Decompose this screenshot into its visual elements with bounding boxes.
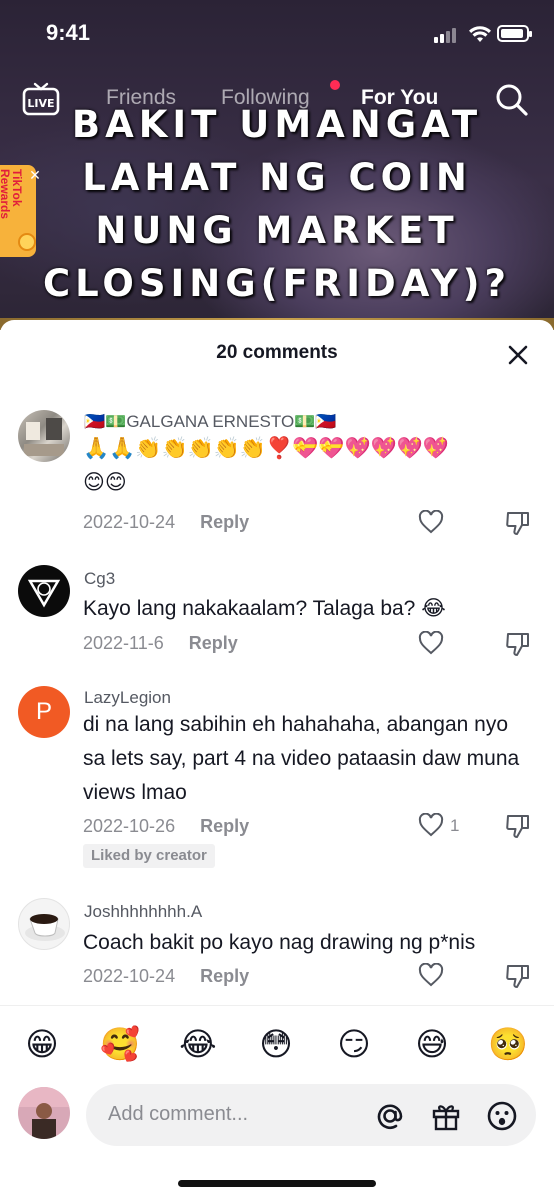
heart-icon[interactable]: [418, 813, 444, 837]
dislike-icon[interactable]: [505, 510, 531, 536]
live-tv-icon: LIVE: [22, 82, 60, 116]
live-button[interactable]: LIVE: [22, 82, 60, 116]
like-count: 1: [450, 816, 460, 835]
overlay-line: NUNG MARKET: [95, 209, 459, 252]
emoji-grin-button[interactable]: 😁: [20, 1024, 64, 1064]
comment-meta: 2022-10-26 Reply: [83, 816, 249, 837]
heart-icon[interactable]: [418, 963, 444, 987]
add-comment-input[interactable]: Add comment...: [86, 1084, 536, 1146]
heart-icon[interactable]: [418, 510, 444, 534]
dislike-icon[interactable]: [505, 813, 531, 839]
overlay-line: CLOSING(FRIDAY)?: [42, 262, 512, 305]
comment-date: 2022-10-26: [83, 816, 176, 836]
coffee-cup-icon: [25, 914, 65, 941]
comment-text: di na lang sabihin eh hahahaha, abangan …: [83, 713, 520, 804]
comment-item: P LazyLegion di na lang sabihin eh hahah…: [0, 684, 554, 874]
battery-icon: [497, 25, 532, 42]
comment-item: Joshhhhhhhh.A Coach bakit po kayo nag dr…: [0, 898, 554, 993]
avatar-initial: P: [35, 698, 52, 725]
dislike-icon[interactable]: [505, 963, 531, 989]
comment-item: Cg3 Kayo lang nakakaalam? Talaga ba? 😂 2…: [0, 563, 554, 658]
comment-text-line: 😊😊: [83, 471, 127, 494]
comment-username[interactable]: Cg3: [84, 569, 115, 589]
comment-meta: 2022-10-24 Reply: [83, 512, 249, 533]
close-icon[interactable]: [507, 344, 529, 366]
comments-sheet: 20 comments 🇵🇭💵GALGANA ERNESTO💵🇵🇭 🙏🙏👏👏👏👏…: [0, 320, 554, 1200]
tab-for-you[interactable]: For You: [361, 86, 438, 110]
comment-item: 🇵🇭💵GALGANA ERNESTO💵🇵🇭 🙏🙏👏👏👏👏👏❣️💝💝💖💖💖💖 😊😊…: [0, 410, 554, 540]
comments-count-title: 20 comments: [216, 342, 338, 363]
comment-text: Kayo lang nakakaalam? Talaga ba? 😂: [83, 597, 446, 620]
rewards-close-icon[interactable]: ✕: [27, 167, 43, 183]
search-icon[interactable]: [494, 82, 530, 118]
tab-following[interactable]: Following: [221, 86, 310, 110]
mention-icon[interactable]: [374, 1100, 406, 1132]
tab-friends[interactable]: Friends: [106, 86, 176, 110]
status-time: 9:41: [46, 20, 91, 45]
reply-button[interactable]: Reply: [200, 966, 249, 986]
emoji-quick-bar: 😁 🥰 😂 😳 😏 😅 🥺: [0, 1005, 554, 1065]
comment-text: Coach bakit po kayo nag drawing ng p*nis: [83, 931, 476, 954]
emoji-hearts-button[interactable]: 🥰: [98, 1024, 142, 1064]
avatar[interactable]: [18, 565, 70, 617]
emoji-flushed-button[interactable]: 😳: [254, 1024, 298, 1064]
reply-button[interactable]: Reply: [189, 633, 238, 653]
video-caption-overlay: BAKIT UMANGAT LAHAT NG COIN NUNG MARKET …: [0, 98, 554, 310]
emoji-smirk-button[interactable]: 😏: [332, 1024, 376, 1064]
avatar[interactable]: [18, 898, 70, 950]
rewards-coin-icon: [18, 233, 36, 251]
input-placeholder: Add comment...: [108, 1103, 249, 1125]
cg3-logo-icon: [27, 579, 61, 608]
cellular-signal-icon: [434, 27, 460, 43]
overlay-line: LAHAT NG COIN: [82, 156, 472, 199]
liked-by-creator-badge: Liked by creator: [83, 844, 215, 868]
dislike-icon[interactable]: [505, 631, 531, 657]
comment-date: 2022-10-24: [83, 512, 176, 532]
comment-username[interactable]: Joshhhhhhhh.A: [84, 902, 202, 922]
comment-text-line: 🙏🙏👏👏👏👏👏❣️💝💝💖💖💖💖: [83, 437, 450, 460]
my-avatar-image: [18, 1087, 70, 1139]
svg-text:LIVE: LIVE: [27, 97, 54, 110]
comment-username[interactable]: 🇵🇭💵GALGANA ERNESTO💵🇵🇭: [84, 412, 337, 432]
comments-header: 20 comments: [0, 320, 554, 384]
emoji-pleading-button[interactable]: 🥺: [486, 1024, 530, 1064]
reply-button[interactable]: Reply: [200, 512, 249, 532]
heart-icon[interactable]: [418, 631, 444, 655]
my-avatar: [18, 1087, 70, 1139]
status-bar: 9:41: [0, 0, 554, 60]
avatar[interactable]: P: [18, 686, 70, 738]
comment-input-row: Add comment...: [0, 1082, 554, 1152]
avatar[interactable]: [18, 410, 70, 462]
comment-meta: 2022-11-6 Reply: [83, 633, 238, 654]
avatar-image: [24, 418, 64, 456]
comment-text: 🙏🙏👏👏👏👏👏❣️💝💝💖💖💖💖 😊😊: [83, 432, 533, 500]
home-indicator: [178, 1180, 376, 1187]
comment-date: 2022-11-6: [83, 633, 164, 653]
emoji-sweat-smile-button[interactable]: 😅: [410, 1024, 454, 1064]
comment-meta: 2022-10-24 Reply: [83, 966, 249, 987]
comment-date: 2022-10-24: [83, 966, 176, 986]
following-notification-dot: [330, 80, 340, 90]
emoji-picker-icon[interactable]: [486, 1100, 518, 1132]
wifi-icon: [469, 26, 491, 42]
comment-username[interactable]: LazyLegion: [84, 688, 171, 708]
feed-top-nav: LIVE Friends Following For You: [0, 80, 554, 120]
emoji-joy-button[interactable]: 😂: [176, 1024, 220, 1064]
gift-icon[interactable]: [430, 1100, 462, 1132]
reply-button[interactable]: Reply: [200, 816, 249, 836]
